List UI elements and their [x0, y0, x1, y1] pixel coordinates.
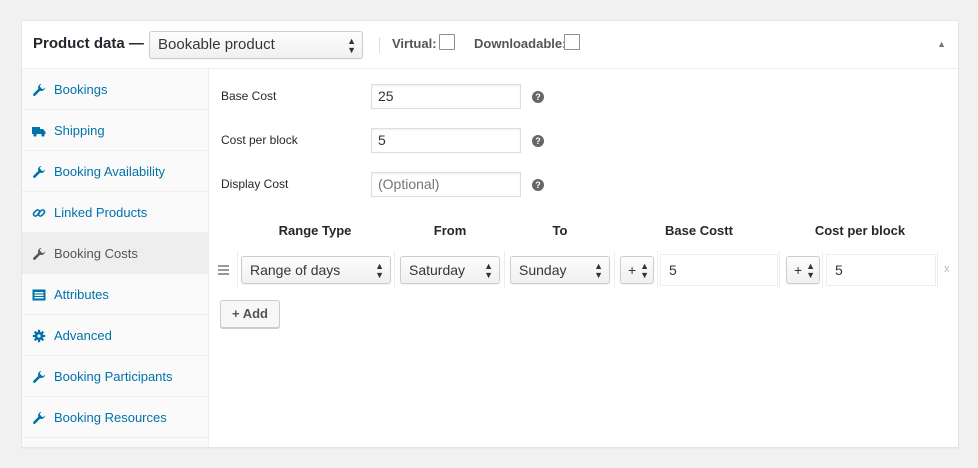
- truck-icon: [32, 124, 46, 138]
- help-icon[interactable]: ?: [532, 135, 544, 147]
- tab-label: Booking Costs: [54, 246, 138, 261]
- tab-label: Linked Products: [54, 205, 148, 220]
- display-cost-input[interactable]: (Optional): [371, 172, 521, 197]
- column-header-to: To: [552, 223, 568, 238]
- block-modifier-value: +: [794, 262, 803, 278]
- tab-label: Advanced: [54, 328, 112, 343]
- column-header-from: From: [433, 223, 467, 238]
- add-range-button[interactable]: + Add: [220, 300, 280, 328]
- tab-label: Booking Participants: [54, 369, 173, 384]
- tab-label: Attributes: [54, 287, 109, 302]
- tab-booking-availability[interactable]: Booking Availability: [22, 151, 208, 192]
- tab-booking-participants[interactable]: Booking Participants: [22, 356, 208, 397]
- cost-per-block-label: Cost per block: [221, 133, 298, 147]
- tab-label: Bookings: [54, 82, 108, 97]
- tab-linked-products[interactable]: Linked Products: [22, 192, 208, 233]
- virtual-label: Virtual:: [392, 36, 437, 51]
- column-header-range-type: Range Type: [278, 223, 352, 238]
- range-type-value: Range of days: [250, 262, 341, 278]
- base-cost-modifier-select[interactable]: + ▲ ▼: [620, 256, 654, 284]
- wrench-icon: [32, 83, 46, 97]
- wrench-icon: [32, 247, 46, 261]
- column-header-cost-per-block: Cost per block: [814, 223, 906, 238]
- to-value: Sunday: [519, 262, 567, 278]
- tab-bookings[interactable]: Bookings: [22, 69, 208, 110]
- select-arrows-icon: ▲ ▼: [484, 261, 493, 280]
- to-select[interactable]: Sunday ▲ ▼: [510, 256, 610, 284]
- header-divider: [379, 37, 380, 53]
- help-icon[interactable]: ?: [532, 91, 544, 103]
- tab-advanced[interactable]: Advanced: [22, 315, 208, 356]
- tab-label: Booking Availability: [54, 164, 166, 179]
- range-base-cost-input[interactable]: 5: [660, 254, 778, 286]
- wrench-icon: [32, 370, 46, 384]
- tab-label: Booking Resources: [54, 410, 167, 425]
- downloadable-label: Downloadable:: [474, 36, 567, 51]
- tab-booking-resources[interactable]: Booking Resources: [22, 397, 208, 438]
- product-data-tabs: Bookings Shipping Booking Availability L…: [22, 69, 209, 447]
- cost-per-block-input[interactable]: 5: [371, 128, 521, 153]
- gear-icon: [32, 329, 46, 343]
- panel-title: Product data —: [33, 35, 144, 52]
- base-cost-label: Base Cost: [221, 89, 277, 103]
- display-cost-label: Display Cost: [221, 177, 289, 191]
- tab-label: Shipping: [54, 123, 105, 138]
- wrench-icon: [32, 165, 46, 179]
- base-modifier-value: +: [628, 262, 637, 278]
- list-icon: [32, 288, 46, 302]
- select-arrows-icon: ▲ ▼: [347, 36, 356, 55]
- select-arrows-icon: ▲ ▼: [806, 261, 815, 280]
- remove-row-button[interactable]: x: [944, 263, 950, 275]
- tab-attributes[interactable]: Attributes: [22, 274, 208, 315]
- select-arrows-icon: ▲ ▼: [375, 261, 384, 280]
- from-select[interactable]: Saturday ▲ ▼: [400, 256, 500, 284]
- base-cost-input[interactable]: 25: [371, 84, 521, 109]
- downloadable-checkbox[interactable]: [564, 34, 580, 50]
- wrench-icon: [32, 411, 46, 425]
- column-header-base-cost: Base Costt: [665, 223, 733, 238]
- drag-handle-icon[interactable]: [218, 265, 229, 277]
- product-data-panel: Product data — Bookable product ▲ ▼ Virtu…: [21, 20, 959, 448]
- panel-header: Product data — Bookable product ▲ ▼ Virtu…: [22, 21, 958, 69]
- block-cost-modifier-select[interactable]: + ▲ ▼: [786, 256, 820, 284]
- from-value: Saturday: [409, 262, 466, 278]
- help-icon[interactable]: ?: [532, 179, 544, 191]
- tab-booking-costs[interactable]: Booking Costs: [22, 233, 208, 274]
- range-block-cost-input[interactable]: 5: [826, 254, 936, 286]
- link-icon: [32, 206, 46, 220]
- select-arrows-icon: ▲ ▼: [594, 261, 603, 280]
- tab-shipping[interactable]: Shipping: [22, 110, 208, 151]
- collapse-toggle-icon[interactable]: ▲: [937, 39, 946, 49]
- virtual-checkbox[interactable]: [439, 34, 455, 50]
- product-type-value: Bookable product: [158, 36, 275, 53]
- booking-costs-panel: Base Cost 25 ? Cost per block 5 ? Displa…: [210, 69, 958, 447]
- select-arrows-icon: ▲ ▼: [640, 261, 649, 280]
- product-type-select[interactable]: Bookable product ▲ ▼: [149, 31, 363, 59]
- range-type-select[interactable]: Range of days ▲ ▼: [241, 256, 391, 284]
